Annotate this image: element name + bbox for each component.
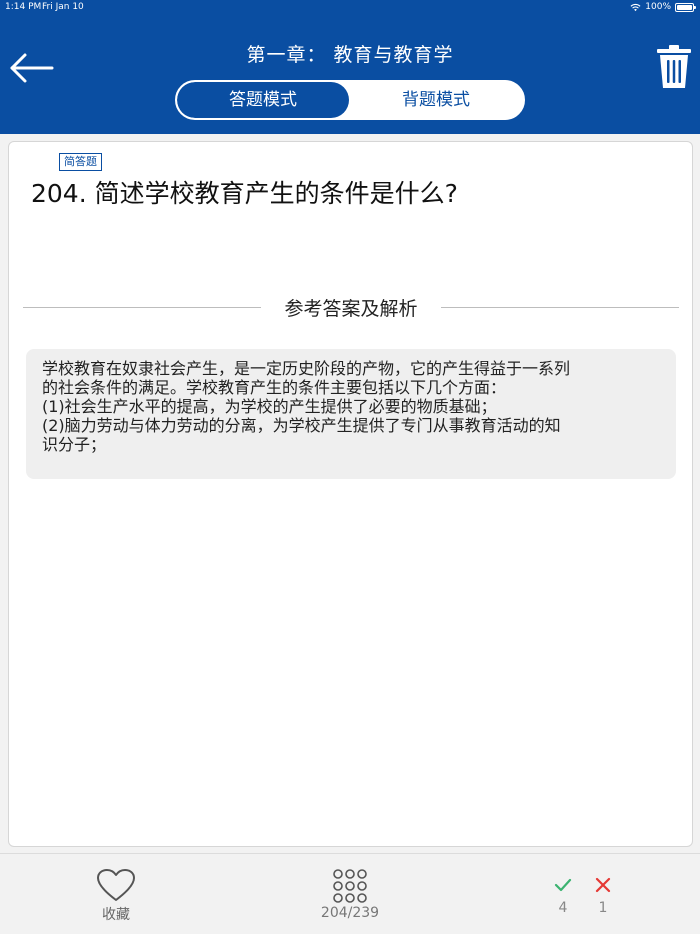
delete-button[interactable] [656,45,692,89]
favorite-label: 收藏 [102,907,130,923]
top-header: 1:14 PM Fri Jan 10 100% 第一章： 教育与教育学 答题模式… [0,0,700,134]
checkmark-icon [554,878,572,892]
wrong-count: 1 [598,900,608,916]
trash-icon [657,45,691,88]
question-type-badge: 简答题 [59,153,102,171]
status-right: 100% [630,2,696,12]
divider-line [441,307,679,308]
grid-icon [333,869,367,903]
battery-icon [675,2,696,12]
wrong-stat: 1 [588,876,618,916]
mode-switch: 答题模式 背题模式 [175,80,525,120]
progress-label: 204/239 [320,905,380,921]
tab-memorize-mode[interactable]: 背题模式 [349,82,523,118]
status-date: Fri Jan 10 [42,2,84,12]
correct-stat: 4 [548,876,578,916]
correct-count: 4 [558,900,568,916]
answer-heading: 参考答案及解析 [284,298,418,320]
question-grid-button[interactable]: 204/239 [310,868,390,928]
status-bar: 1:14 PM Fri Jan 10 100% [0,0,700,16]
battery-percent: 100% [645,2,671,12]
divider-line [23,307,261,308]
status-time: 1:14 PM [5,2,42,12]
question-text: 204. 简述学校教育产生的条件是什么? [31,179,458,208]
bottom-bar: 收藏 204/239 4 1 [0,853,700,934]
favorite-button[interactable]: 收藏 [86,868,146,928]
tab-answer-mode[interactable]: 答题模式 [177,82,349,118]
cross-icon [595,877,611,893]
answer-divider: 参考答案及解析 [23,292,679,322]
wifi-icon [630,3,641,11]
chapter-title: 第一章： 教育与教育学 [246,44,454,66]
heart-icon [97,869,135,901]
answer-line: (2)脑力劳动与体力劳动的分离，为学校产生提供了专门从事教育活动的知 [42,416,561,435]
answer-line: 学校教育在奴隶社会产生，是一定历史阶段的产物，它的产生得益于一系列 [42,359,571,378]
question-card: 简答题 204. 简述学校教育产生的条件是什么? 参考答案及解析 学校教育在奴隶… [8,141,693,847]
answer-line: 识分子； [42,435,107,454]
answer-box: 学校教育在奴隶社会产生，是一定历史阶段的产物，它的产生得益于一系列 的社会条件的… [26,349,676,479]
answer-line: (1)社会生产水平的提高，为学校的产生提供了必要的物质基础； [42,397,497,416]
answer-line: 的社会条件的满足。学校教育产生的条件主要包括以下几个方面： [42,378,507,397]
